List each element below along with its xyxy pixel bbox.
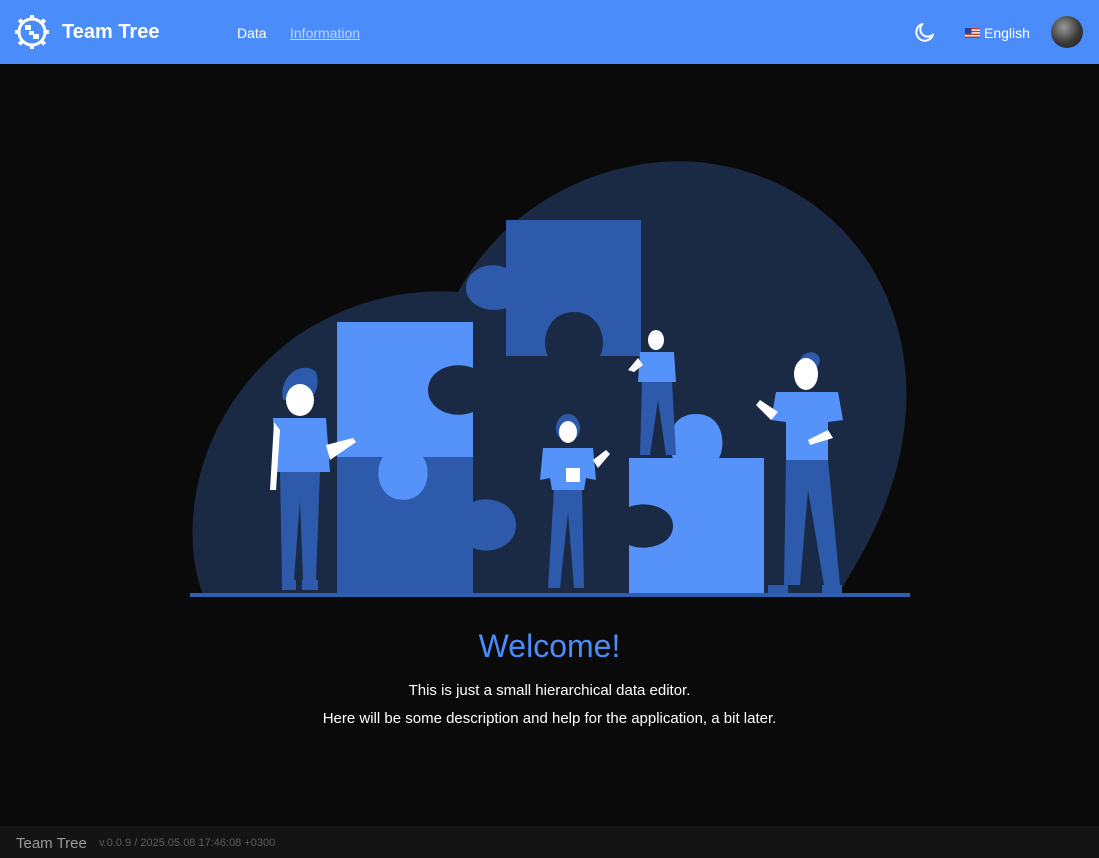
footer-app-title: Team Tree xyxy=(16,835,87,852)
description-line-1: This is just a small hierarchical data e… xyxy=(408,682,691,699)
teamwork-puzzle-illustration xyxy=(190,161,910,597)
nav-link-data[interactable]: Data xyxy=(237,25,267,41)
language-label: English xyxy=(984,25,1030,41)
welcome-heading: Welcome! xyxy=(478,628,621,664)
gear-tree-logo-icon[interactable] xyxy=(15,15,49,49)
description-line-2: Here will be some description and help f… xyxy=(322,710,777,727)
app-title[interactable]: Team Tree xyxy=(62,21,159,44)
top-app-bar: Team Tree Data Information English xyxy=(0,0,1099,64)
us-flag-icon xyxy=(965,28,980,38)
footer: Team Tree v.0.0.9 / 2025.05.08 17:46:08 … xyxy=(0,826,1099,858)
nav-link-information[interactable]: Information xyxy=(290,25,360,41)
user-avatar[interactable] xyxy=(1051,16,1083,48)
moon-icon[interactable] xyxy=(913,20,937,44)
language-selector[interactable]: English xyxy=(965,25,1030,41)
footer-version: v.0.0.9 / 2025.05.08 17:46:08 +0300 xyxy=(99,837,276,849)
